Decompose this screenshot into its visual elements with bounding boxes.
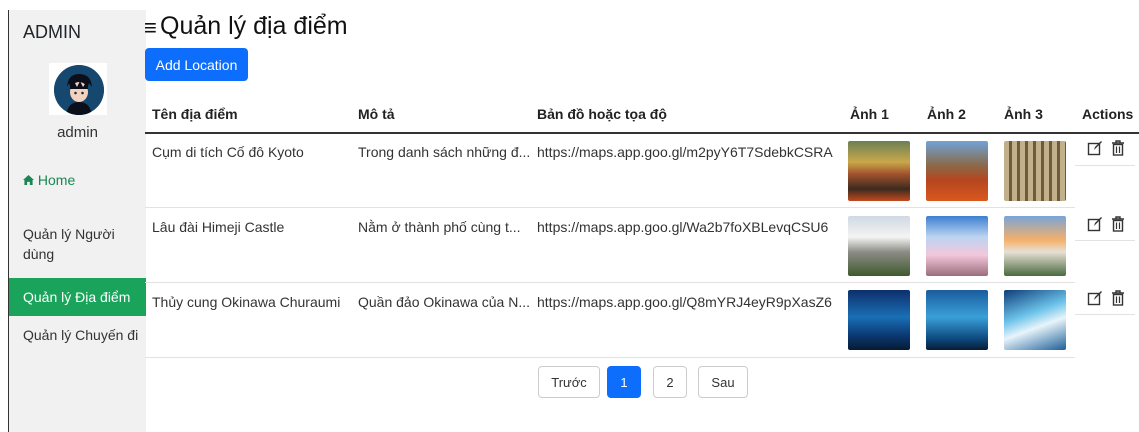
hamburger-icon[interactable]: ≡ <box>144 15 157 41</box>
row-divider <box>145 207 1075 208</box>
location-image-2[interactable] <box>926 290 988 350</box>
column-header-description: Mô tả <box>358 106 395 122</box>
edit-icon[interactable] <box>1087 140 1103 161</box>
actions-divider <box>1075 165 1135 166</box>
pagination-next[interactable]: Sau <box>698 366 748 398</box>
location-map-link[interactable]: https://maps.app.goo.gl/Q8mYRJ4eyR9pXasZ… <box>537 294 832 310</box>
location-description: Quần đảo Okinawa của N... <box>358 294 530 310</box>
location-image-3[interactable] <box>1004 216 1066 276</box>
brand-title: ADMIN <box>23 22 81 42</box>
page-title: Quản lý địa điểm <box>160 12 348 40</box>
column-header-image-2: Ảnh 2 <box>927 106 966 122</box>
location-map-link[interactable]: https://maps.app.goo.gl/Wa2b7foXBLevqCSU… <box>537 219 828 235</box>
location-name: Cụm di tích Cố đô Kyoto <box>152 144 304 160</box>
actions-divider <box>1075 314 1135 315</box>
location-description: Nằm ở thành phố cùng t... <box>358 219 521 235</box>
column-header-actions: Actions <box>1082 106 1134 122</box>
home-icon <box>23 172 38 188</box>
location-name: Lâu đài Himeji Castle <box>152 219 285 235</box>
add-location-button[interactable]: Add Location <box>145 48 248 81</box>
edit-icon[interactable] <box>1087 216 1103 237</box>
location-image-3[interactable] <box>1004 290 1066 350</box>
column-header-image-3: Ảnh 3 <box>1004 106 1043 122</box>
row-divider <box>145 282 1075 283</box>
location-image-1[interactable] <box>848 216 910 276</box>
trash-icon[interactable] <box>1111 216 1125 237</box>
location-image-2[interactable] <box>926 216 988 276</box>
sidebar: ADMIN admin Home Quản lý Người dùng Quản… <box>8 10 146 432</box>
location-description: Trong danh sách những đ... <box>358 144 531 160</box>
location-image-3[interactable] <box>1004 141 1066 201</box>
sidebar-item-label: Quản lý Chuyến đi <box>23 327 139 343</box>
username: admin <box>57 124 98 141</box>
column-header-name: Tên địa điểm <box>152 106 238 122</box>
location-image-1[interactable] <box>848 141 910 201</box>
sidebar-item-users[interactable]: Quản lý Người dùng <box>9 224 146 264</box>
sidebar-item-label: Home <box>37 172 76 188</box>
sidebar-item-label: Quản lý Người dùng <box>23 226 115 262</box>
column-header-image-1: Ảnh 1 <box>850 106 889 122</box>
pagination-prev[interactable]: Trước <box>538 366 600 398</box>
edit-icon[interactable] <box>1087 290 1103 311</box>
trash-icon[interactable] <box>1111 290 1125 311</box>
row-divider <box>145 357 1075 358</box>
location-map-link[interactable]: https://maps.app.goo.gl/m2pyY6T7SdebkCSR… <box>537 144 833 160</box>
sidebar-item-label: Quản lý Địa điểm <box>23 289 131 305</box>
pagination-page-2[interactable]: 2 <box>653 366 687 398</box>
sidebar-item-trips[interactable]: Quản lý Chuyến đi <box>9 316 146 354</box>
trash-icon[interactable] <box>1111 140 1125 161</box>
actions-divider <box>1075 240 1135 241</box>
pagination-page-1[interactable]: 1 <box>607 366 641 398</box>
column-header-map: Bản đồ hoặc tọa độ <box>537 106 667 122</box>
sidebar-item-home[interactable]: Home <box>9 170 146 190</box>
avatar <box>54 65 104 115</box>
table-header-divider <box>145 132 1139 134</box>
sidebar-item-locations[interactable]: Quản lý Địa điểm <box>9 278 146 316</box>
location-name: Thủy cung Okinawa Churaumi <box>152 294 341 310</box>
location-image-1[interactable] <box>848 290 910 350</box>
location-image-2[interactable] <box>926 141 988 201</box>
